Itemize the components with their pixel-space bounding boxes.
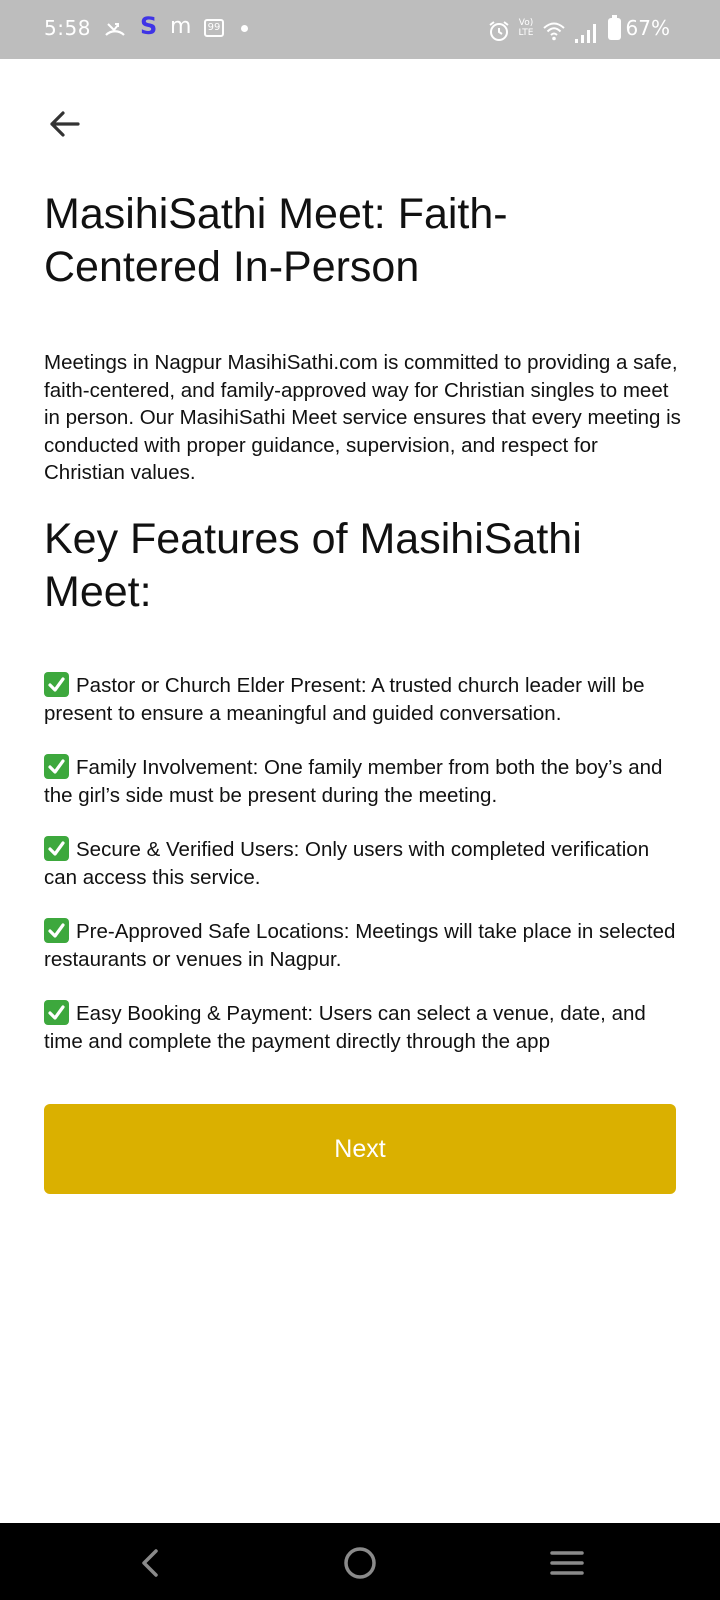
features-list: Pastor or Church Elder Present: A truste…	[44, 672, 684, 1082]
page-title: MasihiSathi Meet: Faith-Centered In-Pers…	[44, 190, 508, 291]
status-time: 5:58	[44, 16, 91, 40]
alarm-icon	[487, 17, 511, 45]
feature-text: Easy Booking & Payment: Users can select…	[44, 1002, 646, 1053]
check-mark-icon	[44, 836, 69, 861]
feature-item: Family Involvement: One family member fr…	[44, 754, 684, 809]
99-app-icon: 99	[204, 19, 224, 37]
feature-text: Pre-Approved Safe Locations: Meetings wi…	[44, 920, 676, 971]
check-mark-icon	[44, 672, 69, 697]
check-mark-icon	[44, 754, 69, 779]
battery-percent: 67%	[625, 16, 670, 40]
nav-back-icon[interactable]	[132, 1543, 172, 1583]
feature-text: Secure & Verified Users: Only users with…	[44, 838, 650, 889]
features-heading: Key Features of MasihiSathi Meet:	[44, 515, 582, 616]
check-mark-icon	[44, 1000, 69, 1025]
check-mark-icon	[44, 918, 69, 943]
feature-text: Family Involvement: One family member fr…	[44, 756, 663, 807]
status-bar: 5:58 S m 99 Vo) LTE 67%	[0, 0, 720, 59]
m-app-icon: m	[170, 13, 192, 39]
back-button[interactable]	[44, 104, 84, 144]
nav-recents-icon[interactable]	[547, 1543, 587, 1583]
signal-icon	[574, 19, 598, 47]
dot-icon	[241, 25, 248, 32]
feature-item: Pastor or Church Elder Present: A truste…	[44, 672, 684, 727]
arrow-left-icon	[50, 111, 80, 137]
missed-call-icon	[104, 17, 126, 45]
next-button[interactable]: Next	[44, 1104, 676, 1194]
feature-item: Easy Booking & Payment: Users can select…	[44, 1000, 684, 1055]
feature-text: Pastor or Church Elder Present: A truste…	[44, 674, 645, 725]
volte-icon: Vo) LTE	[518, 18, 534, 38]
navigation-bar	[0, 1523, 720, 1600]
intro-paragraph: Meetings in Nagpur MasihiSathi.com is co…	[44, 351, 681, 484]
nav-home-icon[interactable]	[340, 1543, 380, 1583]
feature-item: Pre-Approved Safe Locations: Meetings wi…	[44, 918, 684, 973]
feature-item: Secure & Verified Users: Only users with…	[44, 836, 684, 891]
wifi-icon	[542, 17, 566, 45]
s-app-icon: S	[140, 12, 158, 40]
battery-icon	[608, 15, 621, 40]
